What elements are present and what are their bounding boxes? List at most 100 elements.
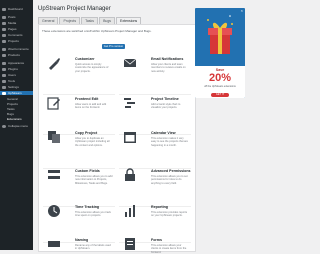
sidebar-item-label: Posts — [8, 15, 16, 19]
extension-title: Custom Fields — [75, 169, 100, 173]
extension-desc: Allow users to add and edit items on the… — [75, 103, 107, 110]
admin-sidebar: Dashboard Posts Media Pages Comments Pro… — [0, 0, 33, 250]
lock-icon — [125, 168, 135, 181]
sidebar-item-label: Media — [8, 21, 17, 25]
settings-icon — [2, 85, 6, 89]
extension-title: Forms — [151, 238, 162, 242]
get-it-button[interactable]: GET IT — [211, 93, 229, 97]
sidebar-item-pages[interactable]: Pages — [2, 27, 17, 31]
sidebar-item-label: WooCommerce — [8, 47, 29, 51]
extension-desc: Add a Gantt style chart to visualize you… — [151, 103, 181, 110]
sidebar-item-label: UpStream — [8, 91, 22, 95]
extension-desc: This extension allows you to set permiss… — [151, 175, 188, 185]
sidebar-item-tools[interactable]: Tools — [2, 79, 15, 83]
products-icon — [2, 53, 6, 57]
sidebar-item-label: Settings — [8, 85, 19, 89]
woo-icon — [2, 47, 6, 51]
sidebar-item-posts[interactable]: Posts — [2, 15, 16, 19]
extension-desc: Allow you to duplicate an UpStream proje… — [75, 137, 110, 147]
sidebar-item-dashboard[interactable]: Dashboard — [2, 7, 23, 11]
sidebar-item-upstream[interactable]: UpStream — [0, 91, 33, 95]
extension-title: Calendar View — [151, 131, 176, 135]
close-icon[interactable]: × — [241, 9, 243, 13]
extension-card-customizer[interactable]: Customizer Quick access to simply custom… — [43, 54, 115, 95]
sidebar-item-users[interactable]: Users — [2, 73, 16, 77]
extension-title: Project Timeline — [151, 97, 179, 101]
projects-icon — [2, 39, 6, 43]
sidebar-item-products[interactable]: Products — [2, 53, 20, 57]
collapse-label: Collapse menu — [8, 124, 29, 128]
sidebar-item-settings[interactable]: Settings — [2, 85, 19, 89]
extension-title: Customizer — [75, 57, 95, 61]
upstream-icon — [2, 91, 6, 95]
sidebar-item-label: Tools — [8, 79, 16, 83]
extension-title: Time Tracking — [75, 205, 100, 209]
clock-icon — [48, 205, 60, 217]
sidebar-item-label: Projects — [8, 39, 19, 43]
main-area: UpStream Project Manager General Project… — [33, 0, 250, 254]
envelope-icon — [123, 58, 137, 67]
extension-desc: This extension allows your clients to cr… — [151, 244, 187, 254]
submenu-extensions[interactable]: Extensions — [7, 117, 22, 121]
sidebar-item-woocommerce[interactable]: WooCommerce — [2, 47, 29, 51]
timeline-icon — [124, 98, 135, 108]
reporting-icon — [125, 205, 135, 217]
extension-desc: Quick access to simply customize the app… — [75, 63, 109, 73]
copy-icon — [48, 131, 60, 143]
collapse-menu[interactable]: Collapse menu — [2, 124, 28, 128]
sidebar-item-label: Products — [8, 53, 20, 57]
promo-percent: 20% — [208, 72, 232, 84]
extension-title: Email Notifications — [151, 57, 184, 61]
submenu-tasks[interactable]: Tasks — [7, 107, 15, 111]
extension-desc: This extension provides reports on your … — [151, 211, 188, 218]
plugin-icon — [2, 67, 6, 71]
page-title: UpStream Project Manager — [38, 6, 111, 12]
get-pro-button[interactable]: Get Pro version — [102, 44, 125, 49]
extensions-description: These extensions are switched on/off wit… — [42, 29, 152, 33]
naming-icon — [48, 241, 60, 247]
sidebar-item-label: Users — [8, 73, 16, 77]
extension-desc: Allow your clients and team members to r… — [151, 63, 186, 73]
extension-card-forms[interactable]: Forms This extension allows your clients… — [119, 235, 191, 254]
submenu-general[interactable]: General — [7, 97, 18, 101]
gift-icon — [207, 15, 233, 54]
promo-banner: × Save 20% off the UpStream extensions G… — [195, 8, 245, 98]
media-icon — [2, 21, 6, 25]
extension-card-advanced-permissions[interactable]: Advanced Permissions This extension allo… — [119, 166, 191, 207]
fields-icon — [48, 170, 60, 179]
calendar-icon — [124, 132, 136, 143]
promo-subtitle: off the UpStream extensions — [204, 85, 236, 88]
comments-icon — [2, 33, 6, 37]
sidebar-item-label: Appearance — [8, 61, 25, 65]
dashboard-icon — [2, 7, 6, 11]
sidebar-item-projects[interactable]: Projects — [2, 39, 19, 43]
sidebar-item-plugins[interactable]: Plugins — [2, 67, 18, 71]
extension-title: Naming — [75, 238, 89, 242]
extension-title: Advanced Permissions — [151, 169, 191, 173]
sidebar-item-media[interactable]: Media — [2, 21, 16, 25]
pages-icon — [2, 27, 6, 31]
extension-card-naming[interactable]: Naming Rename any of the labels used in … — [43, 235, 115, 251]
users-icon — [2, 73, 6, 77]
extension-desc: This extension allows you track time spe… — [75, 211, 111, 218]
collapse-icon — [2, 124, 6, 128]
sidebar-item-label: Dashboard — [8, 7, 23, 11]
submenu-bugs[interactable]: Bugs — [7, 112, 14, 116]
extensions-panel: These extensions are switched on/off wit… — [38, 24, 196, 254]
sidebar-item-label: Pages — [8, 27, 17, 31]
brush-icon — [49, 58, 60, 70]
sidebar-item-comments[interactable]: Comments — [2, 33, 23, 37]
edit-icon — [47, 97, 60, 110]
sidebar-item-label: Comments — [8, 33, 23, 37]
submenu-projects[interactable]: Projects — [7, 102, 18, 106]
extension-card-copy-project[interactable]: Copy Project Allow you to duplicate an U… — [43, 128, 115, 169]
sidebar-item-appearance[interactable]: Appearance — [2, 61, 24, 65]
extension-card-email[interactable]: Email Notifications Allow your clients a… — [119, 54, 191, 95]
extension-desc: This extension makes it very easy to see… — [151, 137, 188, 147]
pin-icon — [2, 15, 6, 19]
extension-card-calendar[interactable]: Calendar View This extension makes it ve… — [119, 128, 191, 169]
forms-icon — [125, 238, 135, 250]
extension-title: Reporting — [151, 205, 168, 209]
extension-title: Copy Project — [75, 131, 98, 135]
extension-card-custom-fields[interactable]: Custom Fields This extension allows you … — [43, 166, 115, 207]
